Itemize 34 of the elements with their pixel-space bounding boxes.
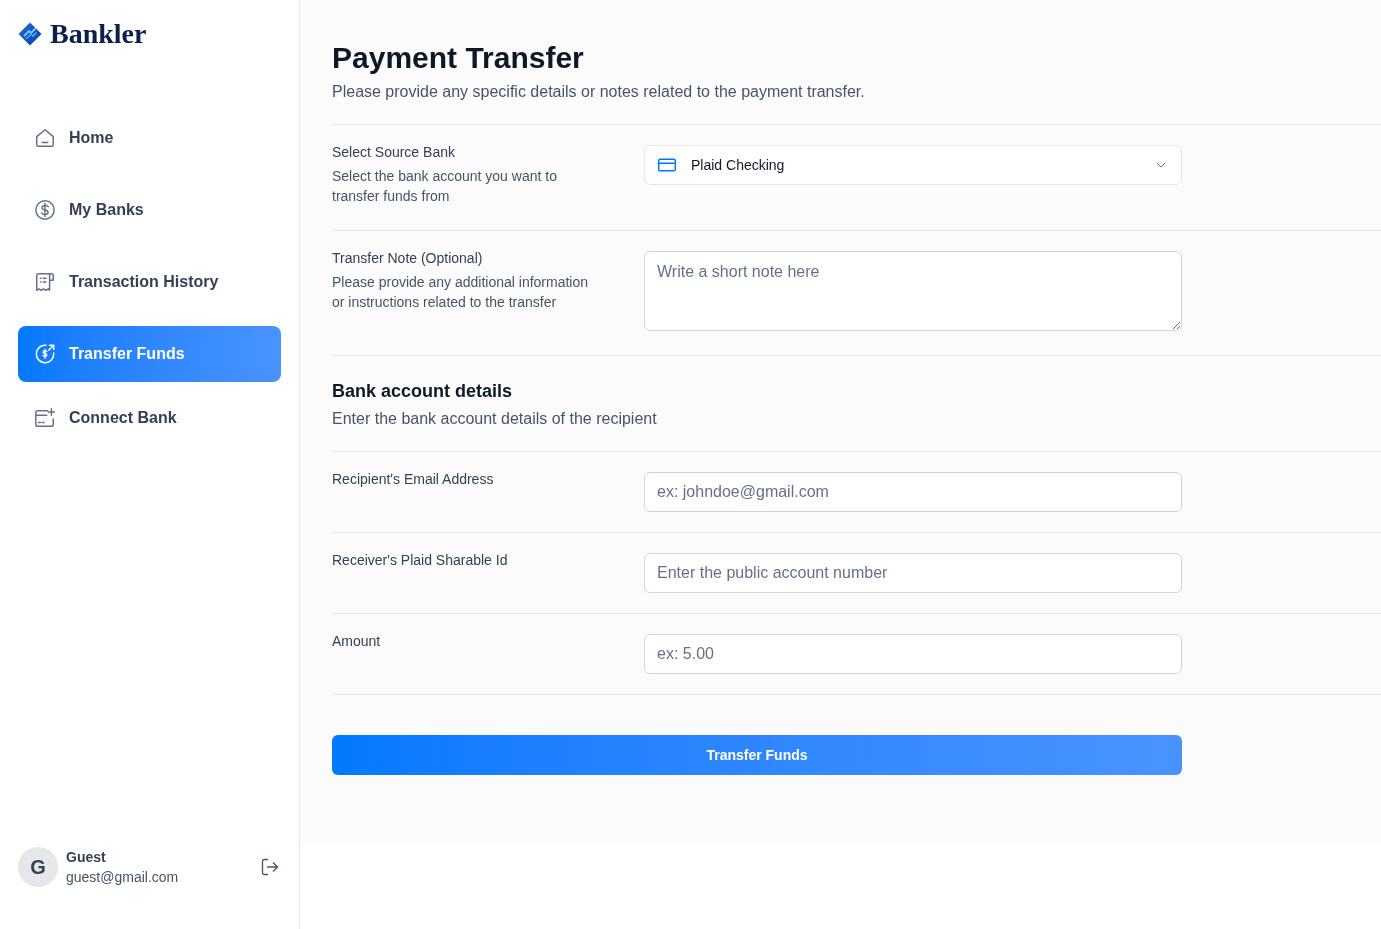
field-description: Select the bank account you want to transfer funds from <box>332 167 558 206</box>
brand-logo: Bankler <box>50 18 147 50</box>
field-label: Amount <box>332 632 382 651</box>
field-label: Select Source Bank <box>332 143 456 162</box>
field-description: Please provide any additional information or instructions related to the transfer <box>332 273 590 312</box>
submit-button[interactable]: Transfer Funds <box>332 735 1182 775</box>
nav-link[interactable]: My Banks <box>18 182 281 238</box>
page-subtitle: Please provide any specific details or notes related to the payment transfer. <box>332 82 866 102</box>
field-label: Recipient's Email Address <box>332 470 495 489</box>
text-input[interactable]: ex: 5.00 <box>644 634 1182 674</box>
dollar-circle-icon <box>34 199 56 221</box>
dollar-arrow-icon <box>34 343 56 365</box>
section-description: Enter the bank account details of the recipient <box>332 409 658 429</box>
logout-icon <box>260 857 280 877</box>
user-email: guest@gmail.com <box>66 868 180 887</box>
logout-button[interactable] <box>260 857 280 877</box>
text-input[interactable]: ex: johndoe@gmail.com <box>644 472 1182 512</box>
nav-link[interactable]: Transfer Funds <box>18 326 281 382</box>
field-label: Receiver's Plaid Sharable Id <box>332 551 509 570</box>
note-textarea[interactable]: Write a short note here <box>644 251 1182 331</box>
credit-card-icon <box>657 155 677 175</box>
receipt-icon <box>34 271 56 293</box>
page-title: Payment Transfer <box>332 40 585 76</box>
field-label: Transfer Note (Optional) <box>332 249 484 268</box>
card-plus-icon <box>34 407 56 429</box>
nav-link[interactable]: Connect Bank <box>18 390 281 446</box>
bank-select[interactable]: Plaid Checking <box>644 145 1182 185</box>
house-icon <box>34 127 56 149</box>
nav-link[interactable]: Transaction History <box>18 254 281 310</box>
text-input[interactable]: Enter the public account number <box>644 553 1182 593</box>
diamond-logo-icon <box>18 22 42 46</box>
user-name: Guest <box>66 848 107 867</box>
section-title: Bank account details <box>332 380 514 403</box>
nav-link[interactable]: Home <box>18 110 281 166</box>
